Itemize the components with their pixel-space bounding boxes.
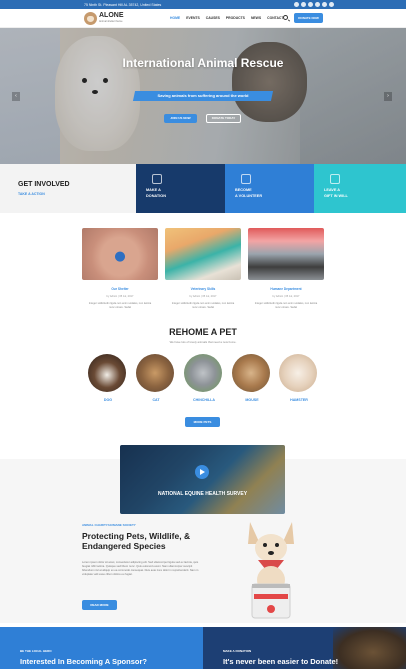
play-icon[interactable] bbox=[195, 465, 209, 479]
pet-hamster[interactable]: HAMSTER bbox=[279, 354, 319, 402]
social-links bbox=[294, 1, 336, 8]
make-donation-label: MAKE A DONATION bbox=[146, 188, 166, 198]
card-our-shelter[interactable]: Our Shelter by Admin | 05 Jul, 2017 Inte… bbox=[82, 228, 158, 309]
dog-photo bbox=[333, 627, 406, 669]
sponsor-title: Interested In Becoming A Sponsor? bbox=[20, 657, 147, 666]
rehome-subtitle: We have lots of lovely animals that need… bbox=[169, 340, 237, 344]
nav-products[interactable]: PRODUCTS bbox=[226, 16, 245, 20]
card-meta: by Admin | 05 Jul, 2017 bbox=[106, 295, 134, 298]
nav-news[interactable]: NEWS bbox=[251, 16, 261, 20]
facebook-icon[interactable] bbox=[294, 1, 299, 7]
card-veterinary-skills[interactable]: Veterinary Skills by Admin | 05 Jul, 201… bbox=[165, 228, 241, 309]
chevron-right-icon[interactable]: › bbox=[384, 92, 392, 101]
twitter-icon[interactable] bbox=[301, 1, 306, 7]
make-donation-tile[interactable]: MAKE A DONATION bbox=[136, 164, 225, 213]
sponsor-kicker: BE THE LOCAL HERO bbox=[20, 649, 52, 653]
pet-chinchilla[interactable]: CHINCHILLA bbox=[184, 354, 224, 402]
video-caption: NATIONAL EQUINE HEALTH SURVEY bbox=[157, 491, 248, 497]
donate-title: It's never been easier to Donate! bbox=[223, 657, 339, 666]
main-nav: HOME EVENTS CAUSES PRODUCTS NEWS CONTACT bbox=[170, 16, 283, 20]
card-description: Integer sollicitudin ligula non enim sod… bbox=[171, 302, 235, 309]
humane-department-image bbox=[248, 228, 324, 280]
more-pets-button[interactable]: MORE PETS bbox=[185, 417, 220, 427]
pet-name[interactable]: HAMSTER bbox=[279, 398, 319, 402]
hero-subtitle-ribbon: Saving animals from suffering around the… bbox=[132, 91, 274, 101]
donate-today-button[interactable]: DONATE TODAY bbox=[206, 114, 241, 123]
nav-causes[interactable]: CAUSES bbox=[206, 16, 220, 20]
card-meta: by Admin | 05 Jul, 2017 bbox=[189, 295, 217, 298]
nav-contact[interactable]: CONTACT bbox=[267, 16, 283, 20]
gift-icon bbox=[330, 174, 340, 184]
become-volunteer-label: BECOME A VOLUNTEER bbox=[235, 188, 263, 198]
top-bar: 75 Ninth St. Pleasant Hill AL 35742, Uni… bbox=[0, 0, 406, 9]
gift-in-will-tile[interactable]: LEAVE A GIFT IN WILL bbox=[314, 164, 406, 213]
donate-band[interactable]: MAKE A DONATION It's never been easier t… bbox=[203, 627, 406, 669]
card-title[interactable]: Our Shelter bbox=[82, 287, 158, 291]
protect-title: Protecting Pets, Wildlife, & Endangered … bbox=[82, 531, 191, 551]
sponsor-band[interactable]: BE THE LOCAL HERO Interested In Becoming… bbox=[0, 627, 203, 669]
join-us-button[interactable]: JOIN US NOW bbox=[164, 114, 197, 123]
pet-name[interactable]: CAT bbox=[136, 398, 176, 402]
card-description: Integer sollicitudin ligula non enim sod… bbox=[88, 302, 152, 309]
get-involved-heading-box: GET INVOLVED TAKE A ACTION bbox=[0, 164, 136, 213]
get-involved-band: GET INVOLVED TAKE A ACTION MAKE A DONATI… bbox=[0, 164, 406, 213]
read-more-button[interactable]: READ MORE bbox=[82, 600, 117, 610]
protect-body: Lorem ipsum dolor sit amet, consectetur … bbox=[82, 561, 199, 576]
chihuahua-donation-image bbox=[248, 522, 294, 619]
hero-title: International Animal Rescue bbox=[122, 56, 284, 70]
cat-photo bbox=[136, 354, 174, 392]
search-icon[interactable] bbox=[283, 15, 288, 20]
section-kicker: ANIMAL CHARITY/HUMANE SOCIETY bbox=[82, 523, 136, 527]
nav-home[interactable]: HOME bbox=[170, 16, 180, 20]
dog-logo-icon[interactable] bbox=[84, 12, 97, 25]
card-title[interactable]: Veterinary Skills bbox=[165, 287, 241, 291]
mouse-photo bbox=[232, 354, 270, 392]
pet-cat[interactable]: CAT bbox=[136, 354, 176, 402]
rss-icon[interactable] bbox=[329, 1, 334, 7]
veterinary-image bbox=[165, 228, 241, 280]
instagram-icon[interactable] bbox=[315, 1, 320, 7]
pet-name[interactable]: DOG bbox=[88, 398, 128, 402]
contact-address: 75 Ninth St. Pleasant Hill AL 35742, Uni… bbox=[84, 2, 162, 7]
pet-name[interactable]: MOUSE bbox=[232, 398, 272, 402]
brand-name[interactable]: ALONE bbox=[99, 12, 124, 19]
google-plus-icon[interactable] bbox=[308, 1, 313, 7]
rehome-title: REHOME A PET bbox=[169, 327, 237, 337]
donate-kicker: MAKE A DONATION bbox=[223, 649, 252, 653]
get-involved-subtitle: TAKE A ACTION bbox=[18, 192, 45, 196]
chevron-left-icon[interactable]: ‹ bbox=[12, 92, 20, 101]
card-description: Integer sollicitudin ligula non enim sod… bbox=[254, 302, 318, 309]
video-thumbnail[interactable]: NATIONAL EQUINE HEALTH SURVEY bbox=[120, 445, 285, 514]
linkedin-icon[interactable] bbox=[322, 1, 327, 7]
card-humane-department[interactable]: Humane Department by Admin | 05 Jul, 201… bbox=[248, 228, 324, 309]
brand-tagline: Animal shelter theme bbox=[99, 20, 123, 23]
nav-events[interactable]: EVENTS bbox=[186, 16, 200, 20]
donation-icon bbox=[152, 174, 162, 184]
pet-name[interactable]: CHINCHILLA bbox=[184, 398, 224, 402]
pet-mouse[interactable]: MOUSE bbox=[232, 354, 272, 402]
hero-subtitle: Saving animals from suffering around the… bbox=[157, 93, 249, 98]
chinchilla-photo bbox=[184, 354, 222, 392]
shelter-image bbox=[82, 228, 158, 280]
gift-in-will-label: LEAVE A GIFT IN WILL bbox=[324, 188, 348, 198]
card-title[interactable]: Humane Department bbox=[248, 287, 324, 291]
site-header: ALONE Animal shelter theme HOME EVENTS C… bbox=[0, 9, 406, 28]
hero-slider: International Animal Rescue Saving anima… bbox=[0, 28, 406, 164]
volunteer-icon bbox=[241, 174, 251, 184]
dog-photo bbox=[88, 354, 126, 392]
get-involved-title: GET INVOLVED bbox=[18, 181, 70, 188]
card-meta: by Admin | 05 Jul, 2017 bbox=[272, 295, 300, 298]
hamster-photo bbox=[279, 354, 317, 392]
become-volunteer-tile[interactable]: BECOME A VOLUNTEER bbox=[225, 164, 314, 213]
pet-dog[interactable]: DOG bbox=[88, 354, 128, 402]
donate-now-button[interactable]: DONATE NOW bbox=[294, 13, 323, 23]
